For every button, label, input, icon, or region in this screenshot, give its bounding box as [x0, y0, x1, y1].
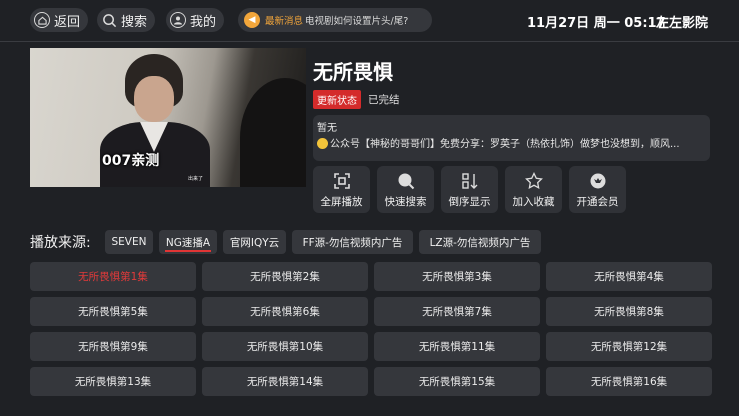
user-icon: [170, 12, 186, 28]
source-tab-label: SEVEN: [111, 236, 147, 248]
reverse-order-button[interactable]: 倒序显示: [441, 166, 498, 213]
search-icon: [396, 171, 416, 191]
episode-button[interactable]: 无所畏惧第5集: [30, 297, 196, 326]
quick-search-button[interactable]: 快速搜索: [377, 166, 434, 213]
episode-button[interactable]: 无所畏惧第9集: [30, 332, 196, 361]
episode-button[interactable]: 无所畏惧第15集: [374, 367, 540, 396]
vip-icon: [588, 171, 608, 191]
episode-button[interactable]: 无所畏惧第1集: [30, 262, 196, 291]
header-divider: [0, 41, 739, 42]
episode-grid: 无所畏惧第1集 无所畏惧第2集 无所畏惧第3集 无所畏惧第4集 无所畏惧第5集 …: [30, 262, 712, 396]
description-box: 暂无 公众号【神秘的哥哥们】免费分享：罗英子（热依扎饰）做梦也没想到，顺风...: [313, 115, 710, 161]
brand-name: 左左影院: [656, 16, 709, 31]
video-subtitle: 出来了: [188, 176, 204, 182]
megaphone-icon: ◀: [244, 12, 260, 28]
top-bar: 返回 搜索 我的 ◀ 最新消息 电视剧如何设置片头/尾? 11月27日 周一 0…: [0, 0, 739, 40]
video-caption: 007亲测: [102, 153, 160, 169]
source-tab-label: 官网IQY云: [229, 236, 280, 249]
episode-button[interactable]: 无所畏惧第16集: [546, 367, 712, 396]
episode-button[interactable]: 无所畏惧第2集: [202, 262, 368, 291]
source-tab-label: LZ源-勿信视频内广告: [429, 236, 531, 249]
episode-button[interactable]: 无所畏惧第8集: [546, 297, 712, 326]
episode-button[interactable]: 无所畏惧第3集: [374, 262, 540, 291]
source-tab-seven[interactable]: SEVEN: [105, 230, 153, 254]
fullscreen-label: 全屏播放: [320, 195, 363, 208]
episode-button[interactable]: 无所畏惧第4集: [546, 262, 712, 291]
status-text: 已完结: [368, 94, 400, 106]
search-icon: [101, 12, 117, 28]
back-button[interactable]: 返回: [30, 8, 89, 32]
vip-label: 开通会员: [576, 195, 619, 208]
mine-label: 我的: [190, 14, 217, 30]
sort-icon: [460, 171, 480, 191]
source-tab-label: FF源-勿信视频内广告: [302, 236, 403, 249]
description-line-2-row: 公众号【神秘的哥哥们】免费分享：罗英子（热依扎饰）做梦也没想到，顺风...: [317, 137, 704, 153]
search-label: 搜索: [121, 14, 148, 30]
vip-button[interactable]: 开通会员: [569, 166, 626, 213]
back-label: 返回: [54, 14, 81, 30]
video-person-face: [134, 76, 174, 122]
home-icon: [34, 12, 50, 28]
source-tab-label: NG速播A: [165, 236, 211, 249]
reverse-order-label: 倒序显示: [448, 195, 491, 208]
video-preview[interactable]: 007亲测 出来了: [30, 48, 306, 187]
quick-search-label: 快速搜索: [384, 195, 427, 208]
description-line-1: 暂无: [317, 123, 337, 134]
description-line-2: 公众号【神秘的哥哥们】免费分享：罗英子（热依扎饰）做梦也没想到，顺风...: [330, 139, 680, 150]
source-tab-lz[interactable]: LZ源-勿信视频内广告: [419, 230, 541, 254]
fullscreen-button[interactable]: 全屏播放: [313, 166, 370, 213]
datetime: 11月27日 周一 05:17: [527, 16, 666, 31]
source-tab-iqy[interactable]: 官网IQY云: [223, 230, 286, 254]
source-tab-ng[interactable]: NG速播A: [159, 230, 217, 254]
fullscreen-icon: [332, 171, 352, 191]
active-source-underline: [165, 250, 211, 252]
episode-button[interactable]: 无所畏惧第6集: [202, 297, 368, 326]
news-ticker[interactable]: ◀ 最新消息 电视剧如何设置片头/尾?: [238, 8, 432, 32]
episode-button[interactable]: 无所畏惧第14集: [202, 367, 368, 396]
status-badge: 更新状态: [313, 90, 361, 109]
episode-button[interactable]: 无所畏惧第13集: [30, 367, 196, 396]
news-text: 电视剧如何设置片头/尾?: [305, 16, 409, 27]
star-icon: [524, 171, 544, 191]
favorite-button[interactable]: 加入收藏: [505, 166, 562, 213]
source-label: 播放来源:: [30, 235, 91, 251]
episode-button[interactable]: 无所畏惧第10集: [202, 332, 368, 361]
show-title: 无所畏惧: [313, 60, 393, 84]
smile-emoji-icon: [317, 138, 328, 149]
mine-button[interactable]: 我的: [166, 8, 225, 32]
episode-button[interactable]: 无所畏惧第11集: [374, 332, 540, 361]
episode-button[interactable]: 无所畏惧第7集: [374, 297, 540, 326]
news-tag: 最新消息: [265, 16, 304, 27]
search-button[interactable]: 搜索: [97, 8, 156, 32]
source-tab-ff[interactable]: FF源-勿信视频内广告: [292, 230, 413, 254]
favorite-label: 加入收藏: [512, 195, 555, 208]
video-foreground-figure: [240, 78, 306, 187]
episode-button[interactable]: 无所畏惧第12集: [546, 332, 712, 361]
action-buttons: 全屏播放 快速搜索 倒序显示 加入收藏 开通会员: [313, 166, 626, 213]
